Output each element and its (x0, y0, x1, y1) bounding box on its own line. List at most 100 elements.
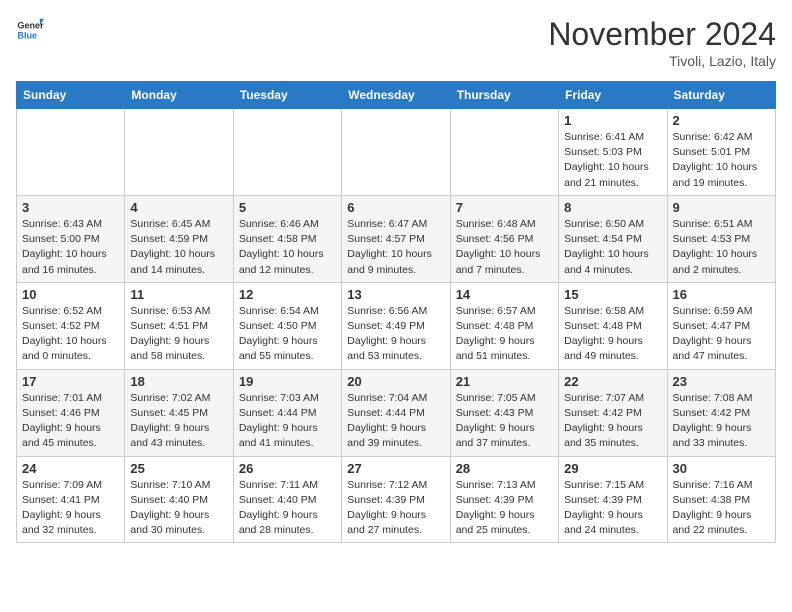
day-number: 5 (239, 200, 336, 215)
day-number: 15 (564, 287, 661, 302)
calendar-day-cell: 1 Sunrise: 6:41 AMSunset: 5:03 PMDaylight… (559, 109, 667, 196)
day-number: 18 (130, 374, 227, 389)
calendar-day-cell: 6 Sunrise: 6:47 AMSunset: 4:57 PMDaylight… (342, 195, 450, 282)
day-number: 22 (564, 374, 661, 389)
day-info: Sunrise: 6:42 AMSunset: 5:01 PMDaylight:… (673, 130, 770, 191)
calendar-day-cell (17, 109, 125, 196)
location: Tivoli, Lazio, Italy (548, 53, 776, 69)
calendar-day-cell: 2 Sunrise: 6:42 AMSunset: 5:01 PMDaylight… (667, 109, 775, 196)
calendar-day-cell: 10 Sunrise: 6:52 AMSunset: 4:52 PMDayligh… (17, 282, 125, 369)
calendar-day-cell: 9Sunrise: 6:51 AMSunset: 4:53 PMDaylight… (667, 195, 775, 282)
day-number: 3 (22, 200, 119, 215)
calendar-day-cell: 18 Sunrise: 7:02 AMSunset: 4:45 PMDayligh… (125, 369, 233, 456)
weekday-header-row: SundayMondayTuesdayWednesdayThursdayFrid… (17, 82, 776, 109)
calendar-day-cell: 12 Sunrise: 6:54 AMSunset: 4:50 PMDayligh… (233, 282, 341, 369)
weekday-header-cell: Sunday (17, 82, 125, 109)
day-info: Sunrise: 7:13 AMSunset: 4:39 PMDaylight:… (456, 478, 553, 539)
day-info: Sunrise: 7:04 AMSunset: 4:44 PMDaylight:… (347, 391, 444, 452)
day-number: 2 (673, 113, 770, 128)
day-number: 25 (130, 461, 227, 476)
day-info: Sunrise: 6:54 AMSunset: 4:50 PMDaylight:… (239, 304, 336, 365)
calendar-week-row: 1 Sunrise: 6:41 AMSunset: 5:03 PMDaylight… (17, 109, 776, 196)
day-info: Sunrise: 6:43 AMSunset: 5:00 PMDaylight:… (22, 217, 119, 278)
calendar-day-cell (125, 109, 233, 196)
calendar-day-cell: 28 Sunrise: 7:13 AMSunset: 4:39 PMDayligh… (450, 456, 558, 543)
calendar-day-cell: 27Sunrise: 7:12 AMSunset: 4:39 PMDayligh… (342, 456, 450, 543)
day-number: 10 (22, 287, 119, 302)
day-info: Sunrise: 7:09 AMSunset: 4:41 PMDaylight:… (22, 478, 119, 539)
day-number: 4 (130, 200, 227, 215)
page-header: General Blue November 2024 Tivoli, Lazio… (16, 16, 776, 69)
day-info: Sunrise: 7:08 AMSunset: 4:42 PMDaylight:… (673, 391, 770, 452)
day-info: Sunrise: 6:41 AMSunset: 5:03 PMDaylight:… (564, 130, 661, 191)
day-number: 28 (456, 461, 553, 476)
calendar-week-row: 24Sunrise: 7:09 AMSunset: 4:41 PMDayligh… (17, 456, 776, 543)
weekday-header-cell: Monday (125, 82, 233, 109)
day-number: 26 (239, 461, 336, 476)
calendar-day-cell: 13Sunrise: 6:56 AMSunset: 4:49 PMDayligh… (342, 282, 450, 369)
day-number: 7 (456, 200, 553, 215)
day-info: Sunrise: 7:05 AMSunset: 4:43 PMDaylight:… (456, 391, 553, 452)
day-info: Sunrise: 7:07 AMSunset: 4:42 PMDaylight:… (564, 391, 661, 452)
day-info: Sunrise: 7:16 AMSunset: 4:38 PMDaylight:… (673, 478, 770, 539)
calendar-day-cell: 24Sunrise: 7:09 AMSunset: 4:41 PMDayligh… (17, 456, 125, 543)
svg-text:Blue: Blue (17, 30, 37, 40)
calendar-table: SundayMondayTuesdayWednesdayThursdayFrid… (16, 81, 776, 543)
day-info: Sunrise: 6:52 AMSunset: 4:52 PMDaylight:… (22, 304, 119, 365)
calendar-day-cell: 26Sunrise: 7:11 AMSunset: 4:40 PMDayligh… (233, 456, 341, 543)
day-number: 19 (239, 374, 336, 389)
day-number: 8 (564, 200, 661, 215)
calendar-day-cell: 5 Sunrise: 6:46 AMSunset: 4:58 PMDaylight… (233, 195, 341, 282)
calendar-day-cell: 4 Sunrise: 6:45 AMSunset: 4:59 PMDaylight… (125, 195, 233, 282)
calendar-day-cell (342, 109, 450, 196)
day-number: 29 (564, 461, 661, 476)
day-info: Sunrise: 6:47 AMSunset: 4:57 PMDaylight:… (347, 217, 444, 278)
weekday-header-cell: Tuesday (233, 82, 341, 109)
day-info: Sunrise: 7:15 AMSunset: 4:39 PMDaylight:… (564, 478, 661, 539)
day-info: Sunrise: 7:10 AMSunset: 4:40 PMDaylight:… (130, 478, 227, 539)
weekday-header-cell: Thursday (450, 82, 558, 109)
calendar-day-cell: 30 Sunrise: 7:16 AMSunset: 4:38 PMDayligh… (667, 456, 775, 543)
calendar-day-cell: 21 Sunrise: 7:05 AMSunset: 4:43 PMDayligh… (450, 369, 558, 456)
calendar-day-cell: 29 Sunrise: 7:15 AMSunset: 4:39 PMDayligh… (559, 456, 667, 543)
day-number: 23 (673, 374, 770, 389)
day-info: Sunrise: 6:46 AMSunset: 4:58 PMDaylight:… (239, 217, 336, 278)
weekday-header-cell: Wednesday (342, 82, 450, 109)
calendar-day-cell: 14Sunrise: 6:57 AMSunset: 4:48 PMDayligh… (450, 282, 558, 369)
day-info: Sunrise: 6:50 AMSunset: 4:54 PMDaylight:… (564, 217, 661, 278)
day-info: Sunrise: 6:48 AMSunset: 4:56 PMDaylight:… (456, 217, 553, 278)
calendar-day-cell: 11Sunrise: 6:53 AMSunset: 4:51 PMDayligh… (125, 282, 233, 369)
day-number: 1 (564, 113, 661, 128)
day-info: Sunrise: 6:56 AMSunset: 4:49 PMDaylight:… (347, 304, 444, 365)
calendar-day-cell: 25 Sunrise: 7:10 AMSunset: 4:40 PMDayligh… (125, 456, 233, 543)
calendar-day-cell: 16 Sunrise: 6:59 AMSunset: 4:47 PMDayligh… (667, 282, 775, 369)
day-info: Sunrise: 6:45 AMSunset: 4:59 PMDaylight:… (130, 217, 227, 278)
day-number: 20 (347, 374, 444, 389)
calendar-day-cell: 22 Sunrise: 7:07 AMSunset: 4:42 PMDayligh… (559, 369, 667, 456)
calendar-day-cell: 8 Sunrise: 6:50 AMSunset: 4:54 PMDaylight… (559, 195, 667, 282)
calendar-day-cell: 23 Sunrise: 7:08 AMSunset: 4:42 PMDayligh… (667, 369, 775, 456)
day-number: 6 (347, 200, 444, 215)
day-info: Sunrise: 7:12 AMSunset: 4:39 PMDaylight:… (347, 478, 444, 539)
title-block: November 2024 Tivoli, Lazio, Italy (548, 16, 776, 69)
day-number: 30 (673, 461, 770, 476)
calendar-day-cell: 7 Sunrise: 6:48 AMSunset: 4:56 PMDaylight… (450, 195, 558, 282)
month-title: November 2024 (548, 16, 776, 53)
calendar-day-cell: 3 Sunrise: 6:43 AMSunset: 5:00 PMDaylight… (17, 195, 125, 282)
day-number: 16 (673, 287, 770, 302)
day-number: 14 (456, 287, 553, 302)
day-info: Sunrise: 6:59 AMSunset: 4:47 PMDaylight:… (673, 304, 770, 365)
weekday-header-cell: Saturday (667, 82, 775, 109)
day-info: Sunrise: 7:02 AMSunset: 4:45 PMDaylight:… (130, 391, 227, 452)
day-number: 11 (130, 287, 227, 302)
day-number: 12 (239, 287, 336, 302)
weekday-header-cell: Friday (559, 82, 667, 109)
calendar-day-cell: 20 Sunrise: 7:04 AMSunset: 4:44 PMDayligh… (342, 369, 450, 456)
day-info: Sunrise: 6:58 AMSunset: 4:48 PMDaylight:… (564, 304, 661, 365)
calendar-day-cell: 17Sunrise: 7:01 AMSunset: 4:46 PMDayligh… (17, 369, 125, 456)
calendar-body: 1 Sunrise: 6:41 AMSunset: 5:03 PMDaylight… (17, 109, 776, 543)
calendar-week-row: 17Sunrise: 7:01 AMSunset: 4:46 PMDayligh… (17, 369, 776, 456)
day-number: 21 (456, 374, 553, 389)
calendar-day-cell: 15 Sunrise: 6:58 AMSunset: 4:48 PMDayligh… (559, 282, 667, 369)
calendar-day-cell (233, 109, 341, 196)
